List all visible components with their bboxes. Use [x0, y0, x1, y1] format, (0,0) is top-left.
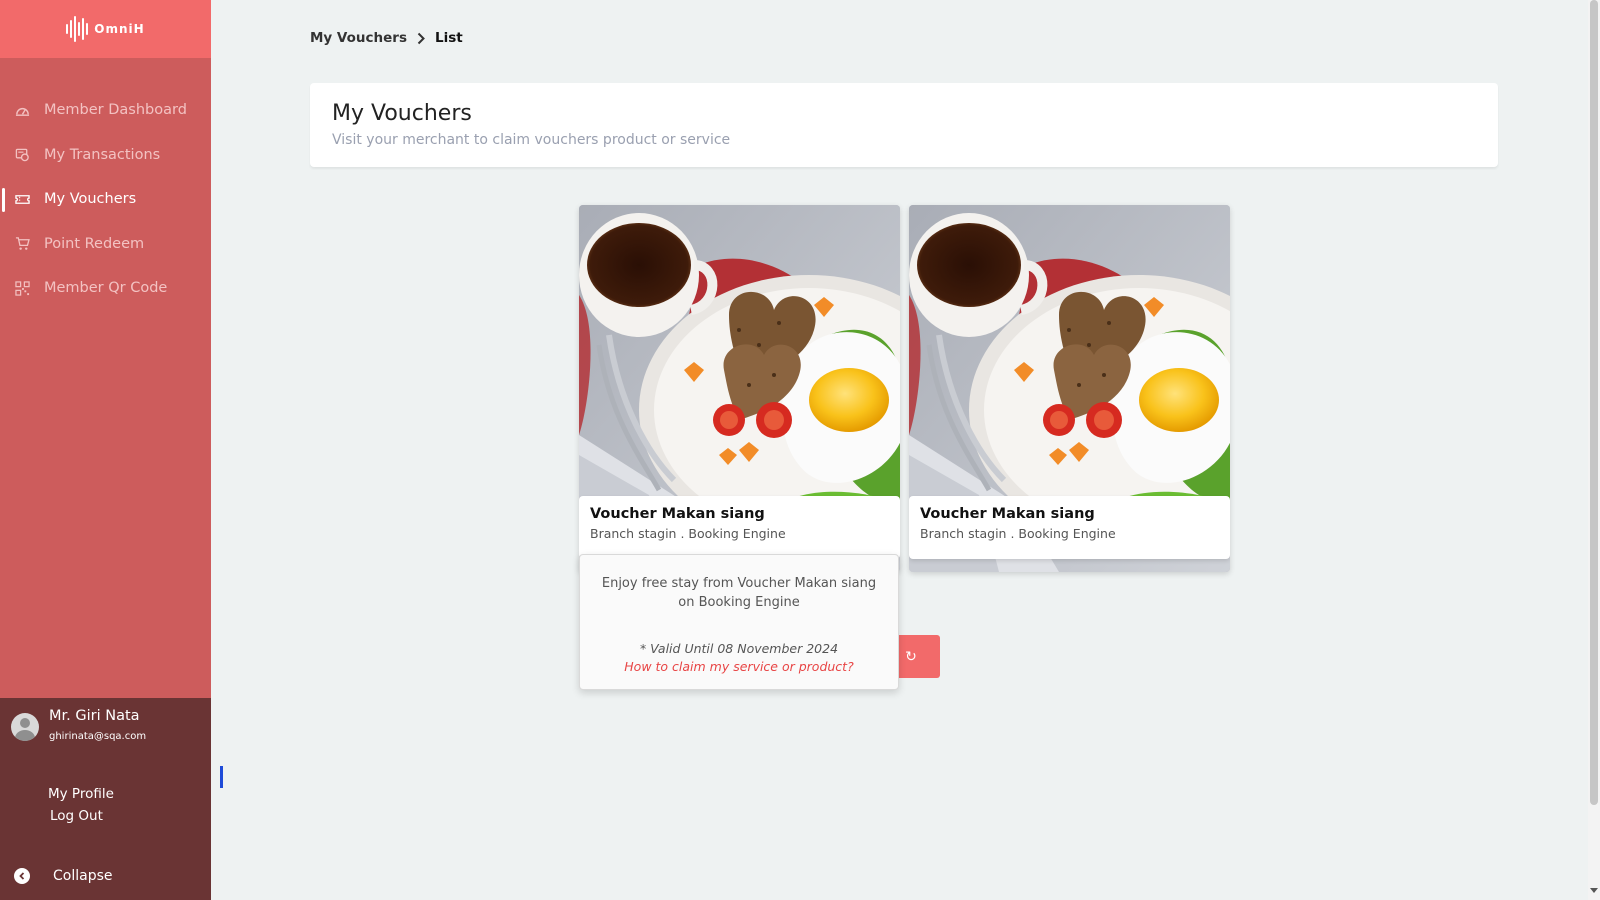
my-profile-link[interactable]: My Profile	[48, 786, 114, 802]
voucher-subtitle: Branch stagin . Booking Engine	[590, 526, 786, 541]
voucher-valid-until: * Valid Until 08 November 2024	[639, 641, 839, 656]
sidebar-item-label: Member Qr Code	[44, 280, 168, 297]
scrollbar-thumb[interactable]	[1590, 0, 1598, 805]
collapse-label: Collapse	[53, 868, 113, 884]
sidebar-item-label: My Transactions	[44, 146, 161, 163]
voucher-details-popover: Enjoy free stay from Voucher Makan siang…	[579, 554, 899, 690]
page-subtitle: Visit your merchant to claim vouchers pr…	[332, 132, 731, 148]
page-scrollbar[interactable]	[1588, 0, 1600, 900]
ticket-icon	[14, 191, 30, 207]
logo-bar[interactable]: OmniH	[0, 0, 211, 58]
voucher-card[interactable]: Voucher Makan siang Branch stagin . Book…	[579, 205, 900, 572]
sidebar-item-label: Member Dashboard	[44, 102, 187, 119]
transactions-icon	[14, 147, 30, 163]
sidebar-nav: Member Dashboard My Transactions My Vouc…	[0, 88, 211, 311]
user-panel: Mr. Giri Nata ghirinata@sqa.com My Profi…	[0, 698, 211, 900]
arrow-left-icon	[14, 868, 30, 884]
how-to-claim-link[interactable]: How to claim my service or product?	[580, 659, 898, 674]
page-title: My Vouchers	[332, 101, 472, 126]
scroll-down-arrow-icon[interactable]	[1590, 888, 1598, 893]
voucher-title: Voucher Makan siang	[920, 506, 1095, 522]
refresh-icon: ↻	[905, 648, 917, 665]
sidebar-item-point-redeem[interactable]: Point Redeem	[0, 222, 211, 267]
voucher-subtitle: Branch stagin . Booking Engine	[920, 526, 1116, 541]
voucher-description: Enjoy free stay from Voucher Makan siang…	[601, 576, 877, 610]
sidebar: OmniH Member Dashboard My Transactions M…	[0, 0, 211, 900]
voucher-info: Voucher Makan siang Branch stagin . Book…	[579, 496, 900, 559]
avatar[interactable]	[11, 713, 39, 741]
sidebar-item-member-qr-code[interactable]: Member Qr Code	[0, 266, 211, 311]
gauge-icon	[14, 102, 30, 118]
breadcrumb: My Vouchers List	[310, 30, 463, 46]
sidebar-item-label: My Vouchers	[44, 191, 137, 208]
sidebar-item-my-transactions[interactable]: My Transactions	[0, 133, 211, 178]
user-email: ghirinata@sqa.com	[49, 731, 147, 742]
qr-code-icon	[14, 280, 30, 296]
voucher-card[interactable]: Voucher Makan siang Branch stagin . Book…	[909, 205, 1230, 572]
chevron-right-icon	[417, 32, 425, 44]
sidebar-item-my-vouchers[interactable]: My Vouchers	[0, 177, 211, 222]
voucher-info: Voucher Makan siang Branch stagin . Book…	[909, 496, 1230, 559]
cart-icon	[14, 236, 30, 252]
sidebar-item-label: Point Redeem	[44, 235, 145, 252]
sidebar-item-member-dashboard[interactable]: Member Dashboard	[0, 88, 211, 133]
voucher-title: Voucher Makan siang	[590, 506, 765, 522]
breadcrumb-current: List	[435, 30, 463, 46]
logo-text: OmniH	[94, 22, 145, 36]
log-out-link[interactable]: Log Out	[50, 808, 103, 824]
page-header-card: My Vouchers Visit your merchant to claim…	[310, 83, 1498, 167]
collapse-button[interactable]: Collapse	[14, 868, 113, 884]
logo-icon	[66, 16, 89, 42]
breadcrumb-my-vouchers[interactable]: My Vouchers	[310, 30, 407, 46]
focus-indicator	[220, 766, 223, 788]
user-name: Mr. Giri Nata	[49, 708, 140, 724]
